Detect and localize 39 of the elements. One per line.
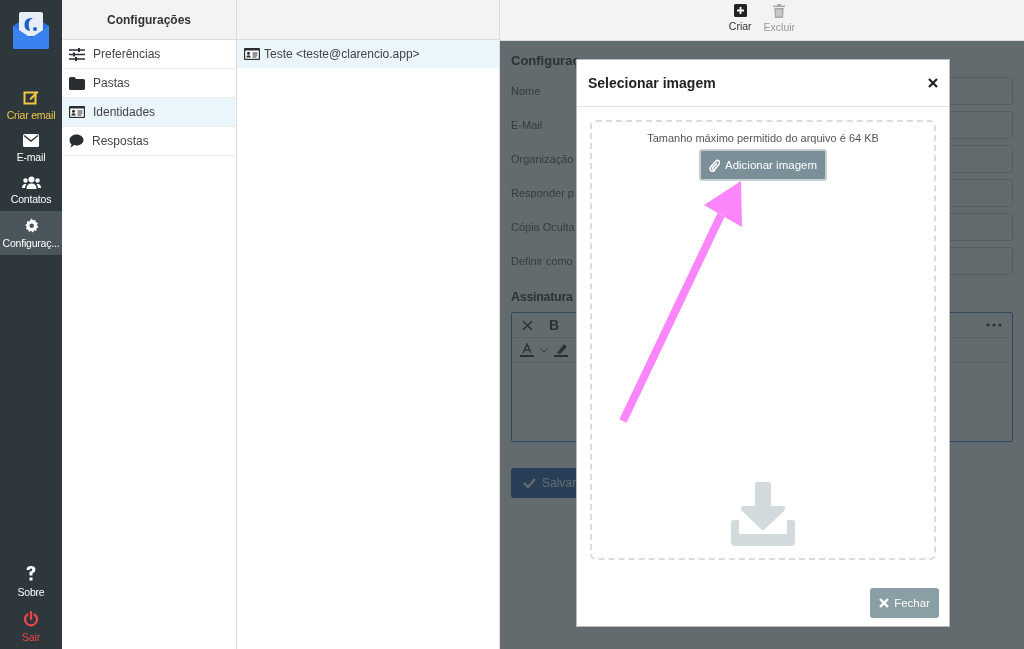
sidebar-nav-item[interactable]: Sobre	[0, 558, 62, 604]
nav-label: E-mail	[16, 151, 46, 163]
sliders-icon	[69, 47, 85, 61]
id-card-icon	[244, 48, 260, 60]
trash-icon	[773, 4, 786, 18]
identity-list-item[interactable]: Teste <teste@clarencio.app>	[237, 40, 499, 68]
close-icon	[879, 598, 890, 608]
nav-label: Configuraç...	[2, 237, 60, 249]
nav-label: Contatos	[10, 193, 52, 205]
settings-menu-item[interactable]: Respostas	[62, 127, 236, 156]
sidebar-nav-item[interactable]: Configuraç...	[0, 211, 62, 255]
settings-icon	[23, 218, 39, 233]
envelope-icon	[23, 134, 39, 147]
people-icon	[21, 176, 41, 189]
nav-label: Sobre	[17, 586, 45, 598]
close-icon[interactable]	[928, 78, 938, 88]
compose-icon	[23, 89, 39, 105]
download-icon	[731, 482, 795, 546]
envelope-logo-icon	[11, 10, 51, 50]
power-icon	[23, 611, 39, 627]
settings-menu-item[interactable]: Preferências	[62, 40, 236, 69]
folder-icon	[69, 76, 85, 90]
nav-label: Criar email	[6, 109, 56, 121]
sidebar-nav-item[interactable]: E-mail	[0, 127, 62, 169]
toolbar-button[interactable]: Criar	[724, 0, 756, 40]
section-title: Assinatura	[511, 290, 573, 304]
speech-bubble-icon	[69, 134, 84, 148]
sidebar-nav-item[interactable]: Contatos	[0, 169, 62, 211]
sidebar-nav-item[interactable]: Criar email	[0, 82, 62, 127]
modal-title: Selecionar imagem	[588, 75, 716, 91]
plus-square-icon	[733, 4, 747, 17]
paperclip-icon	[708, 158, 720, 172]
settings-title: Configurações	[107, 12, 191, 27]
id-card-icon	[69, 106, 85, 118]
section-title: Configuraç	[511, 53, 581, 68]
nav-label: Sair	[22, 631, 40, 643]
file-size-hint: Tamanho máximo permitido do arquivo é 64 KB	[647, 132, 879, 144]
question-mark-icon	[25, 565, 37, 582]
settings-menu-item[interactable]: Identidades	[62, 98, 236, 127]
